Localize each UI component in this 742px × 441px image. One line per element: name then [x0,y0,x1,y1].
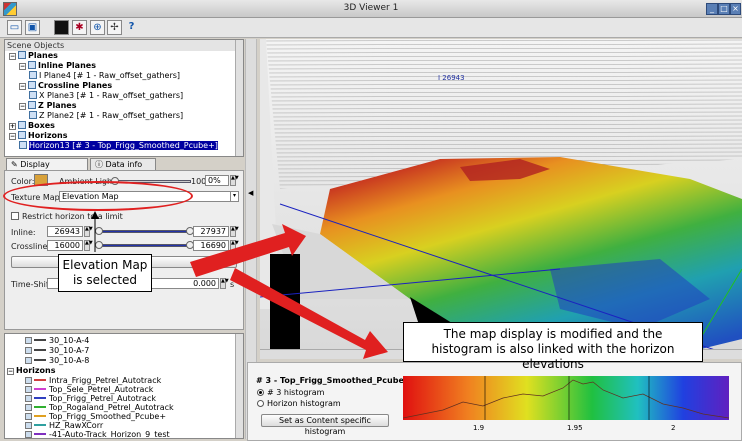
map-callout: The map display is modified and the hist… [403,322,703,371]
elevation-callout: Elevation Map is selected [58,254,152,292]
annotation-arrows [91,211,388,359]
